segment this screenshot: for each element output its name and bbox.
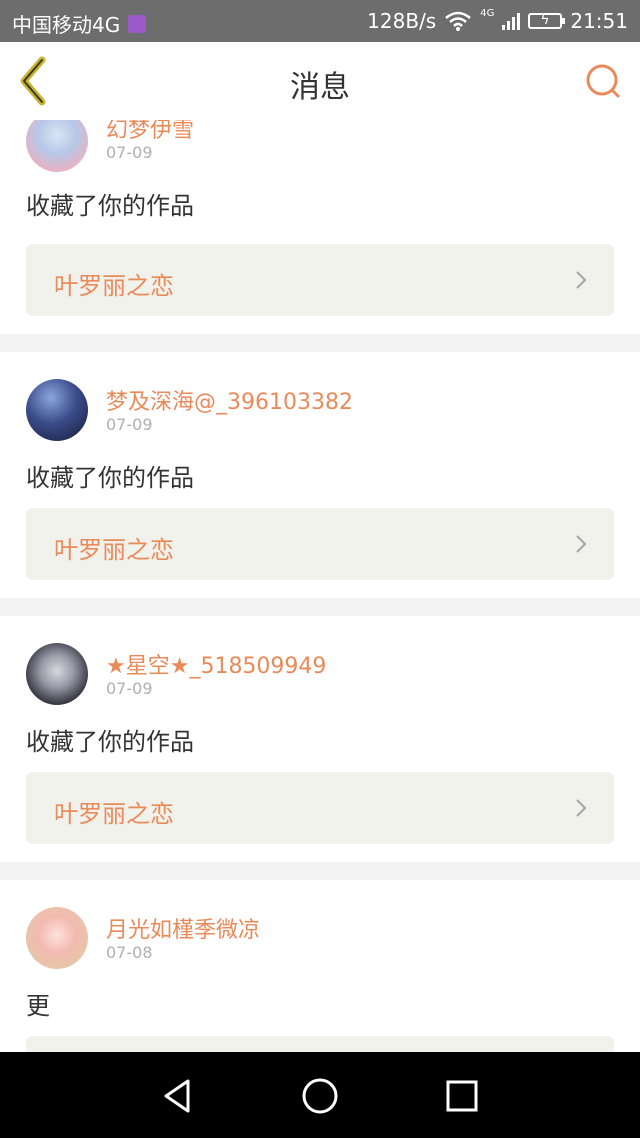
action-text: 更 [26, 992, 50, 1020]
message-date: 07-08 [106, 943, 153, 962]
app-notification-icon [128, 14, 147, 33]
chevron-right-icon [576, 799, 587, 817]
action-text: 收藏了你的作品 [26, 728, 194, 756]
circle-home-icon[interactable] [300, 1076, 340, 1116]
action-text: 收藏了你的作品 [26, 464, 194, 492]
work-title: 叶罗丽之恋 [54, 536, 174, 564]
app-bar: 消息 [0, 42, 640, 121]
message-card: ★星空★_518509949 07-09 收藏了你的作品 叶罗丽之恋 [0, 616, 640, 862]
username[interactable]: 月光如槿季微凉 [106, 912, 260, 944]
avatar[interactable] [26, 120, 88, 172]
chevron-right-icon [576, 535, 587, 553]
network-type: 4G [480, 7, 495, 19]
carrier-label: 中国移动4G [12, 13, 121, 37]
username[interactable]: 梦及深海@_396103382 [106, 384, 353, 416]
message-card: 梦及深海@_396103382 07-09 收藏了你的作品 叶罗丽之恋 [0, 352, 640, 598]
username[interactable]: ★星空★_518509949 [106, 648, 326, 680]
message-date: 07-09 [106, 143, 153, 162]
avatar[interactable] [26, 907, 88, 969]
page-title: 消息 [290, 70, 350, 105]
work-title: 叶罗丽之恋 [54, 272, 174, 300]
username[interactable]: 幻梦伊雪 [106, 120, 194, 144]
message-list: 幻梦伊雪 07-09 收藏了你的作品 叶罗丽之恋 梦及深海@_396103382… [0, 120, 640, 1052]
clock: 21:51 [570, 9, 628, 33]
battery-icon: ϟ [528, 12, 566, 29]
chevron-right-icon [576, 271, 587, 289]
search-icon[interactable] [584, 62, 624, 102]
work-link[interactable] [26, 1036, 614, 1052]
square-recents-icon[interactable] [442, 1076, 482, 1116]
work-link[interactable]: 叶罗丽之恋 [26, 772, 614, 844]
triangle-back-icon[interactable] [158, 1076, 198, 1116]
signal-icon [502, 12, 521, 30]
message-card: 月光如槿季微凉 07-08 更 [0, 880, 640, 1052]
avatar[interactable] [26, 643, 88, 705]
message-date: 07-09 [106, 415, 153, 434]
message-date: 07-09 [106, 679, 153, 698]
work-link[interactable]: 叶罗丽之恋 [26, 508, 614, 580]
work-link[interactable]: 叶罗丽之恋 [26, 244, 614, 316]
action-text: 收藏了你的作品 [26, 192, 194, 220]
work-title: 叶罗丽之恋 [54, 800, 174, 828]
network-speed: 128B/s [367, 9, 437, 33]
wifi-icon [445, 11, 472, 31]
system-nav-bar [0, 1052, 640, 1138]
message-card: 幻梦伊雪 07-09 收藏了你的作品 叶罗丽之恋 [0, 120, 640, 334]
avatar[interactable] [26, 379, 88, 441]
status-bar: 中国移动4G 128B/s 4G ϟ 21:51 [0, 0, 640, 42]
